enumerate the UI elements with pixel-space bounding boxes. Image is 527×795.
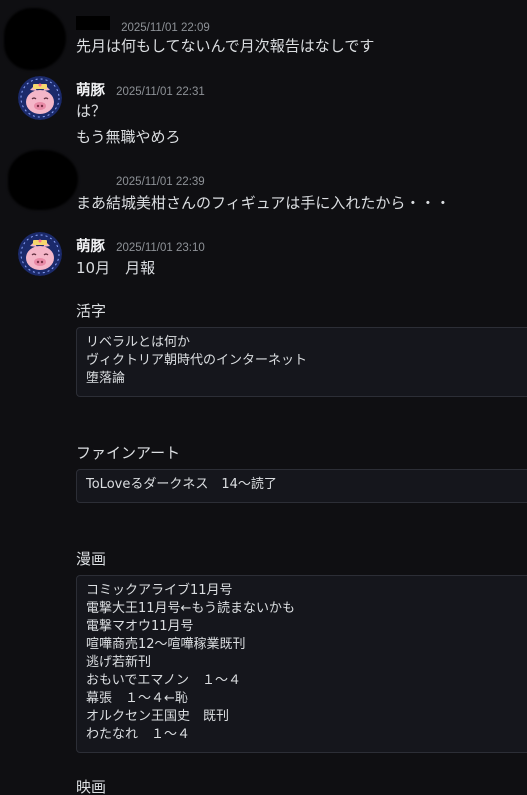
timestamp: 2025/11/01 22:09: [121, 22, 210, 34]
avatar[interactable]: [18, 76, 62, 120]
message-text: は？: [76, 102, 107, 120]
author-name[interactable]: 萌豚: [76, 239, 105, 255]
code-line: 電撃大王11月号←もう読まないかも: [86, 601, 296, 616]
avatar-redacted[interactable]: [8, 150, 78, 210]
message: 2025/11/01 22:09 先月は何もしてないんで月次報告はなしです: [0, 0, 527, 70]
author-name[interactable]: 萌豚: [76, 83, 105, 99]
timestamp: 2025/11/01 23:10: [116, 242, 205, 254]
pig-avatar-icon: [18, 232, 62, 276]
message-header: 萌豚 2025/11/01 23:10: [76, 235, 205, 255]
code-line: ToLoveるダークネス 14〜読了: [86, 477, 277, 492]
section-label: ファインアート: [76, 444, 181, 462]
code-line: ヴィクトリア朝時代のインターネット: [86, 353, 308, 368]
code-line: オルクセン王国史 既刊: [86, 709, 230, 724]
code-line: コミックアライブ11月号: [86, 583, 233, 598]
code-line: おもいでエマノン １〜４: [86, 673, 241, 688]
code-line: 喧嘩商売12〜喧嘩稼業既刊: [86, 637, 246, 652]
chat-log: 2025/11/01 22:09 先月は何もしてないんで月次報告はなしです 萌豚…: [0, 0, 527, 795]
code-block: ToLoveるダークネス 14〜読了: [76, 469, 527, 503]
message-text: 先月は何もしてないんで月次報告はなしです: [76, 37, 375, 55]
code-line: 電撃マオウ11月号: [86, 619, 194, 634]
avatar[interactable]: [18, 232, 62, 276]
code-block: リベラルとは何か ヴィクトリア朝時代のインターネット 堕落論: [76, 327, 527, 397]
code-block: コミックアライブ11月号 電撃大王11月号←もう読まないかも 電撃マオウ11月号…: [76, 575, 527, 753]
message-header: 2025/11/01 22:39: [76, 170, 205, 188]
code-line: わたなれ １〜４: [86, 727, 191, 742]
message-text: 10月 月報: [76, 259, 156, 277]
message-text: もう無職やめろ: [76, 128, 181, 146]
avatar-redacted[interactable]: [4, 8, 66, 70]
section-label: 活字: [76, 302, 107, 320]
section-label: 漫画: [76, 550, 107, 568]
message-text: まあ結城美柑さんのフィギュアは手に入れたから・・・: [76, 194, 451, 212]
message-header: 萌豚 2025/11/01 22:31: [76, 79, 205, 99]
author-name-redacted[interactable]: [76, 15, 110, 30]
message-header: 2025/11/01 22:09: [76, 15, 210, 34]
code-line: 堕落論: [86, 371, 126, 386]
pig-avatar-icon: [18, 76, 62, 120]
code-line: 幕張 １〜４←恥: [86, 691, 188, 706]
section-label: 映画: [76, 778, 107, 795]
timestamp: 2025/11/01 22:31: [116, 86, 205, 98]
code-line: 逃げ若新刊: [86, 655, 152, 670]
code-line: リベラルとは何か: [86, 335, 191, 350]
timestamp: 2025/11/01 22:39: [116, 176, 205, 188]
